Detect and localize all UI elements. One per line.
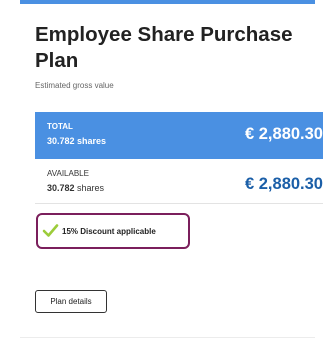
available-shares-unit: shares <box>77 183 105 193</box>
card-bottom-divider <box>20 337 315 338</box>
total-amount: € 2,880.30 <box>245 125 323 143</box>
available-shares: 30.782 shares <box>47 183 104 193</box>
available-value-box: AVAILABLE 30.782 shares € 2,880.30 <box>35 163 323 204</box>
plan-details-button[interactable]: Plan details <box>35 290 107 313</box>
available-label: AVAILABLE <box>47 169 89 178</box>
discount-badge: 15% Discount applicable <box>36 213 190 249</box>
check-icon <box>42 224 59 237</box>
total-shares: 30.782 shares <box>47 136 107 146</box>
total-value-box: TOTAL 30.782 shares € 2,880.30 <box>35 112 323 159</box>
total-label: TOTAL <box>47 122 73 131</box>
discount-text: 15% Discount applicable <box>62 227 156 236</box>
available-amount: € 2,880.30 <box>245 175 323 193</box>
available-shares-number: 30.782 <box>47 183 75 193</box>
card-subtitle: Estimated gross value <box>35 81 114 90</box>
card-accent-bar <box>20 0 315 4</box>
card-title: Employee Share Purchase Plan <box>35 23 293 72</box>
espp-card: Employee Share Purchase Plan Estimated g… <box>20 0 323 339</box>
